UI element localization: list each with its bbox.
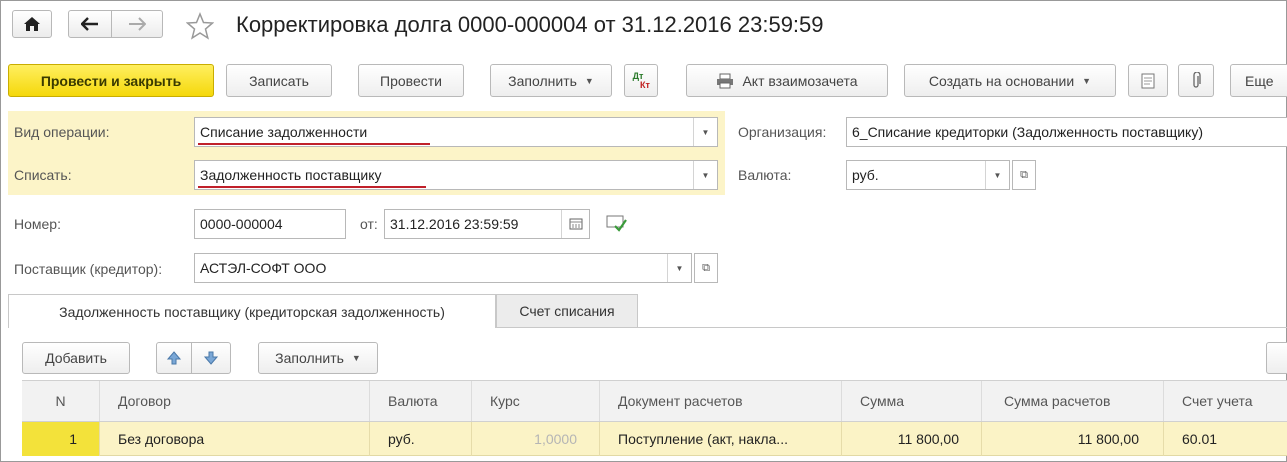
number-value: 0000-000004 bbox=[200, 216, 283, 232]
org-field[interactable]: 6_Списание кредиторки (Задолженность пос… bbox=[846, 117, 1287, 147]
paperclip-icon bbox=[1193, 71, 1201, 88]
tab-supplier-debt[interactable]: Задолженность поставщику (кредиторская з… bbox=[8, 294, 496, 328]
cell-amount: 11 800,00 bbox=[842, 422, 982, 456]
open-icon: ⧉ bbox=[1020, 168, 1028, 181]
tab-writeoff-account[interactable]: Счет списания bbox=[496, 294, 638, 328]
table-row[interactable]: 1 Без договора руб. 1,0000 Поступление (… bbox=[22, 422, 1287, 456]
page-title: Корректировка долга 0000-000004 от 31.12… bbox=[236, 12, 824, 37]
currency-open-button[interactable]: ⧉ bbox=[1012, 160, 1036, 190]
operation-underline bbox=[198, 143, 430, 145]
supplier-select[interactable]: АСТЭЛ-СОФТ ООО ▼ bbox=[194, 253, 692, 283]
calendar-icon[interactable] bbox=[561, 210, 589, 238]
document-icon bbox=[1141, 73, 1155, 88]
col-settlement-doc[interactable]: Документ расчетов bbox=[600, 381, 842, 421]
chevron-down-icon[interactable]: ▼ bbox=[985, 161, 1009, 189]
writeoff-underline bbox=[198, 186, 426, 188]
back-button[interactable] bbox=[68, 10, 112, 38]
operation-value: Списание задолженности bbox=[200, 124, 368, 140]
date-label: от: bbox=[360, 216, 378, 232]
org-value: 6_Списание кредиторки (Задолженность пос… bbox=[852, 124, 1203, 140]
act-button[interactable]: Акт взаимозачета bbox=[686, 64, 888, 97]
col-amount[interactable]: Сумма bbox=[842, 381, 982, 421]
post-and-close-button[interactable]: Провести и закрыть bbox=[8, 64, 214, 97]
star-icon bbox=[185, 12, 215, 40]
col-settlement-amount[interactable]: Сумма расчетов bbox=[982, 381, 1164, 421]
supplier-label: Поставщик (кредитор): bbox=[14, 261, 163, 277]
create-based-label: Создать на основании bbox=[928, 72, 1075, 89]
cell-n: 1 bbox=[22, 422, 100, 456]
table-fill-label: Заполнить bbox=[275, 350, 344, 366]
fill-dropdown-button[interactable]: Заполнить ▼ bbox=[490, 64, 612, 97]
kt-label: Кт bbox=[640, 79, 650, 90]
home-icon bbox=[24, 17, 40, 31]
col-account[interactable]: Счет учета bbox=[1164, 381, 1287, 421]
act-button-label: Акт взаимозачета bbox=[742, 72, 858, 89]
date-value: 31.12.2016 23:59:59 bbox=[390, 216, 519, 232]
move-down-button[interactable] bbox=[191, 342, 231, 374]
dt-kt-button[interactable]: Дт Кт bbox=[624, 64, 658, 97]
fill-button-label: Заполнить bbox=[508, 72, 577, 89]
cell-rate: 1,0000 bbox=[472, 422, 600, 456]
arrow-right-icon bbox=[129, 17, 146, 31]
create-based-dropdown-button[interactable]: Создать на основании ▼ bbox=[904, 64, 1116, 97]
chevron-down-icon[interactable]: ▼ bbox=[693, 161, 717, 189]
supplier-value: АСТЭЛ-СОФТ ООО bbox=[200, 260, 327, 276]
add-row-button[interactable]: Добавить bbox=[22, 342, 130, 374]
cell-account: 60.01 bbox=[1182, 431, 1218, 447]
chevron-down-icon: ▼ bbox=[584, 75, 594, 86]
more-button[interactable]: Еще bbox=[1230, 64, 1287, 97]
post-button[interactable]: Провести bbox=[358, 64, 464, 97]
open-icon: ⧉ bbox=[702, 261, 710, 274]
chevron-down-icon: ▼ bbox=[351, 353, 361, 363]
org-label: Организация: bbox=[738, 124, 827, 140]
col-contract[interactable]: Договор bbox=[100, 381, 370, 421]
table-more-button[interactable] bbox=[1266, 342, 1287, 374]
attachment-button[interactable] bbox=[1178, 64, 1214, 97]
writeoff-label: Списать: bbox=[14, 167, 72, 183]
arrow-up-icon bbox=[166, 351, 182, 365]
printer-icon bbox=[717, 73, 734, 88]
comment-icon[interactable] bbox=[606, 214, 628, 234]
number-input[interactable]: 0000-000004 bbox=[194, 209, 346, 239]
currency-value: руб. bbox=[852, 167, 879, 183]
cell-settlement-amount: 11 800,00 bbox=[982, 422, 1164, 456]
cell-contract: Без договора bbox=[100, 422, 370, 456]
chevron-down-icon: ▼ bbox=[1082, 75, 1092, 86]
supplier-open-button[interactable]: ⧉ bbox=[694, 253, 718, 283]
arrow-down-icon bbox=[203, 351, 219, 365]
move-up-button[interactable] bbox=[156, 342, 192, 374]
arrow-left-icon bbox=[81, 17, 98, 31]
cell-settlement-doc: Поступление (акт, накла... bbox=[600, 422, 842, 456]
currency-label: Валюта: bbox=[738, 167, 792, 183]
table-header: N Договор Валюта Курс Документ расчетов … bbox=[22, 380, 1287, 422]
forward-button[interactable] bbox=[111, 10, 163, 38]
currency-select[interactable]: руб. ▼ bbox=[846, 160, 1010, 190]
table-fill-dropdown-button[interactable]: Заполнить ▼ bbox=[258, 342, 378, 374]
col-rate[interactable]: Курс bbox=[472, 381, 600, 421]
col-currency[interactable]: Валюта bbox=[370, 381, 472, 421]
operation-label: Вид операции: bbox=[14, 124, 110, 140]
number-label: Номер: bbox=[14, 216, 61, 232]
home-button[interactable] bbox=[12, 10, 52, 38]
date-input[interactable]: 31.12.2016 23:59:59 bbox=[384, 209, 590, 239]
chevron-down-icon[interactable]: ▼ bbox=[693, 118, 717, 146]
favorite-button[interactable] bbox=[185, 12, 215, 40]
writeoff-value: Задолженность поставщику bbox=[200, 167, 382, 183]
col-n[interactable]: N bbox=[22, 381, 100, 421]
cell-currency: руб. bbox=[370, 422, 472, 456]
save-button[interactable]: Записать bbox=[226, 64, 332, 97]
document-button[interactable] bbox=[1128, 64, 1168, 97]
chevron-down-icon[interactable]: ▼ bbox=[667, 254, 691, 282]
